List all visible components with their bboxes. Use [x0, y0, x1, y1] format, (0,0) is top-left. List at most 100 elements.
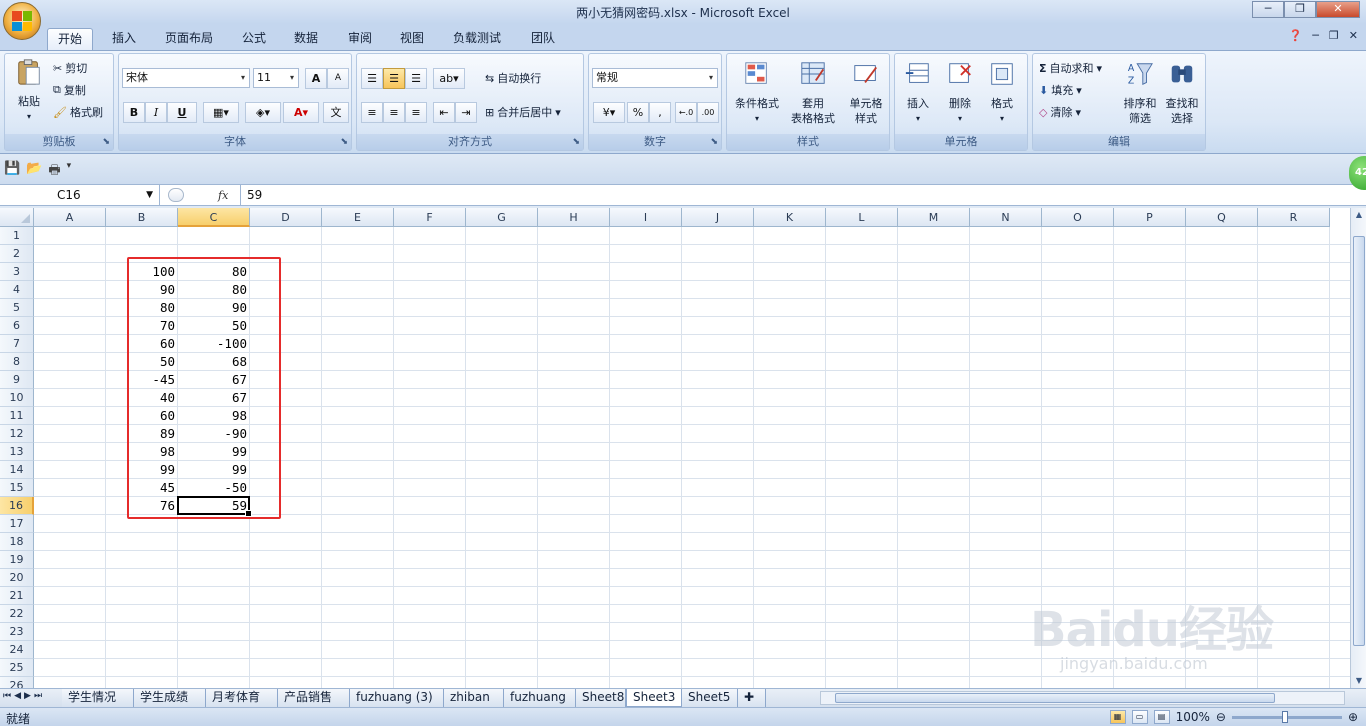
zoom-out-icon[interactable]: ⊖: [1216, 710, 1226, 724]
cell-c14[interactable]: 99: [178, 461, 250, 479]
row-header-4[interactable]: 4: [0, 281, 34, 299]
tab-team[interactable]: 团队: [521, 28, 565, 50]
select-all-button[interactable]: [0, 208, 34, 227]
borders-button[interactable]: ▦▾: [203, 102, 239, 123]
column-header-i[interactable]: I: [610, 208, 682, 227]
column-header-b[interactable]: B: [106, 208, 178, 227]
percent-button[interactable]: %: [627, 102, 649, 123]
wrap-text-button[interactable]: ⇆ 自动换行: [485, 70, 541, 86]
sheet-tab-9[interactable]: Sheet5: [682, 689, 738, 707]
increase-decimal-button[interactable]: ←.0: [675, 102, 697, 123]
bold-button[interactable]: B: [123, 102, 145, 123]
sort-filter-button[interactable]: AZ 排序和 筛选: [1119, 60, 1161, 126]
tab-review[interactable]: 审阅: [338, 28, 382, 50]
name-box-dropdown-icon[interactable]: ▼: [146, 185, 153, 205]
tab-view[interactable]: 视图: [390, 28, 434, 50]
column-header-r[interactable]: R: [1258, 208, 1330, 227]
row-header-1[interactable]: 1: [0, 227, 34, 245]
merge-center-button[interactable]: ⊞ 合并后居中 ▾: [485, 104, 561, 120]
number-launcher-icon[interactable]: ⬊: [710, 137, 718, 147]
underline-button[interactable]: U: [167, 102, 197, 123]
italic-button[interactable]: I: [145, 102, 167, 123]
row-header-2[interactable]: 2: [0, 245, 34, 263]
cell-b10[interactable]: 40: [106, 389, 178, 407]
tab-home[interactable]: 开始: [47, 28, 94, 50]
align-right-button[interactable]: ≡: [405, 102, 427, 123]
column-header-j[interactable]: J: [682, 208, 754, 227]
page-break-view-icon[interactable]: ▤: [1153, 710, 1170, 724]
currency-button[interactable]: ¥▾: [593, 102, 625, 123]
formula-input[interactable]: 59: [240, 185, 1350, 205]
row-header-19[interactable]: 19: [0, 551, 34, 569]
column-header-c[interactable]: C: [178, 208, 250, 227]
sheet-tab-1[interactable]: 学生成绩: [134, 689, 206, 707]
column-header-l[interactable]: L: [826, 208, 898, 227]
cell-c13[interactable]: 99: [178, 443, 250, 461]
font-name-select[interactable]: 宋体 ▾: [122, 68, 250, 88]
align-top-button[interactable]: ☰: [361, 68, 383, 89]
column-header-e[interactable]: E: [322, 208, 394, 227]
cell-b16[interactable]: 76: [106, 497, 178, 515]
cell-b3[interactable]: 100: [106, 263, 178, 281]
fill-button[interactable]: ⬇ 填充 ▾: [1039, 82, 1082, 98]
row-header-10[interactable]: 10: [0, 389, 34, 407]
insert-cells-button[interactable]: 插入 ▾: [897, 60, 939, 126]
decrease-indent-button[interactable]: ⇤: [433, 102, 455, 123]
formula-expand-icon[interactable]: [168, 188, 184, 202]
sheet-tab-4[interactable]: fuzhuang (3): [350, 689, 444, 707]
sheet-tab-6[interactable]: fuzhuang: [504, 689, 576, 707]
zoom-slider[interactable]: [1231, 710, 1342, 723]
column-header-n[interactable]: N: [970, 208, 1042, 227]
normal-view-icon[interactable]: ▦: [1109, 710, 1126, 724]
row-header-14[interactable]: 14: [0, 461, 34, 479]
name-box[interactable]: C16 ▼: [0, 185, 160, 205]
cut-button[interactable]: ✂ 剪切: [53, 60, 87, 76]
row-header-20[interactable]: 20: [0, 569, 34, 587]
customize-toolbar-icon[interactable]: ▾: [67, 161, 72, 183]
vertical-scroll-thumb[interactable]: [1353, 236, 1365, 646]
ribbon-restore-icon[interactable]: ❐: [1329, 29, 1339, 42]
tab-formulas[interactable]: 公式: [232, 28, 276, 50]
cell-b9[interactable]: -45: [106, 371, 178, 389]
cell-b14[interactable]: 99: [106, 461, 178, 479]
last-sheet-icon[interactable]: ⏭: [34, 691, 42, 701]
format-cells-button[interactable]: 格式 ▾: [981, 60, 1023, 126]
find-select-button[interactable]: 查找和 选择: [1161, 60, 1203, 126]
close-button[interactable]: ✕: [1316, 1, 1360, 18]
cell-b11[interactable]: 60: [106, 407, 178, 425]
cell-c12[interactable]: -90: [178, 425, 250, 443]
clear-button[interactable]: ◇ 清除 ▾: [1039, 104, 1081, 120]
row-header-26[interactable]: 26: [0, 677, 34, 688]
font-color-button[interactable]: A▾: [283, 102, 319, 123]
row-header-8[interactable]: 8: [0, 353, 34, 371]
prev-sheet-icon[interactable]: ◀: [14, 691, 21, 701]
row-header-5[interactable]: 5: [0, 299, 34, 317]
cell-c10[interactable]: 67: [178, 389, 250, 407]
orientation-button[interactable]: ab▾: [433, 68, 465, 89]
fill-color-button[interactable]: ◈▾: [245, 102, 281, 123]
cell-b4[interactable]: 90: [106, 281, 178, 299]
align-left-button[interactable]: ≡: [361, 102, 383, 123]
comma-button[interactable]: ,: [649, 102, 671, 123]
scroll-down-icon[interactable]: ▼: [1353, 674, 1365, 688]
column-header-m[interactable]: M: [898, 208, 970, 227]
cell-c7[interactable]: -100: [178, 335, 250, 353]
cell-c5[interactable]: 90: [178, 299, 250, 317]
zoom-slider-knob[interactable]: [1281, 710, 1288, 723]
alignment-launcher-icon[interactable]: ⬊: [572, 137, 580, 147]
align-middle-button[interactable]: ☰: [383, 68, 405, 89]
shrink-font-button[interactable]: A: [327, 68, 349, 89]
row-header-12[interactable]: 12: [0, 425, 34, 443]
row-header-11[interactable]: 11: [0, 407, 34, 425]
row-header-3[interactable]: 3: [0, 263, 34, 281]
restore-button[interactable]: ❐: [1284, 1, 1316, 18]
sheet-tab-7[interactable]: Sheet8: [576, 689, 626, 707]
row-header-18[interactable]: 18: [0, 533, 34, 551]
align-center-button[interactable]: ≡: [383, 102, 405, 123]
tab-data[interactable]: 数据: [284, 28, 328, 50]
row-header-21[interactable]: 21: [0, 587, 34, 605]
horizontal-scrollbar[interactable]: [820, 691, 1345, 705]
clipboard-launcher-icon[interactable]: ⬊: [102, 137, 110, 147]
cell-b13[interactable]: 98: [106, 443, 178, 461]
help-icon[interactable]: ❓: [1289, 29, 1303, 42]
